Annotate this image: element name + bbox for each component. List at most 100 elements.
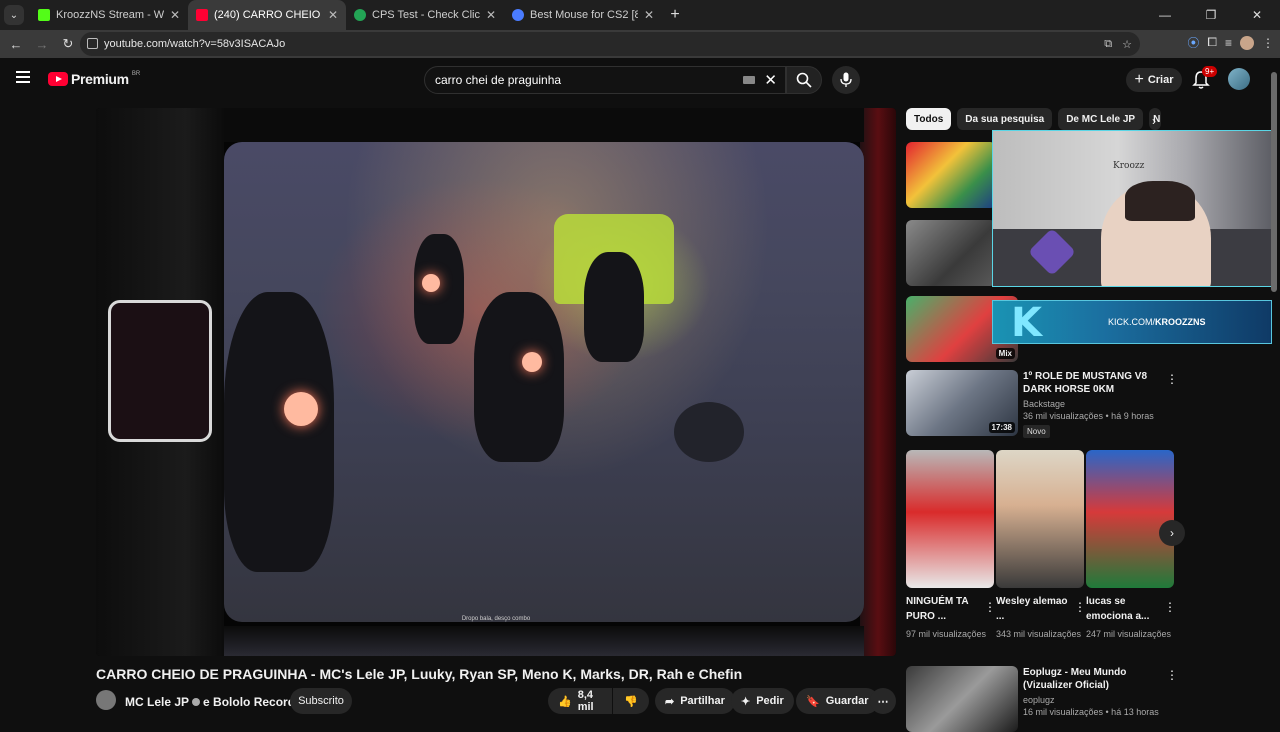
duration-label: 17:38 (988, 422, 1015, 433)
chip-from-channel[interactable]: De MC Lele JP (1058, 108, 1144, 130)
share-button[interactable]: ➦ Partilhar (655, 688, 735, 714)
account-avatar[interactable] (1228, 68, 1250, 90)
gear-favicon-icon (512, 9, 524, 21)
close-window-icon[interactable]: ✕ (1234, 0, 1280, 30)
rec-thumbnail[interactable] (906, 666, 1018, 732)
short-title[interactable]: lucas se emociona a... (1086, 594, 1162, 624)
short-title[interactable]: Wesley alemao ... (996, 594, 1072, 624)
rec-channel[interactable]: Backstage (1023, 399, 1163, 409)
rec-channel[interactable]: eoplugz (1023, 695, 1163, 705)
film-sprocket-hole (108, 300, 212, 442)
tab-youtube-video[interactable]: (240) CARRO CHEIO DE PRAGU ✕ (188, 0, 346, 30)
restore-icon[interactable]: ❐ (1188, 0, 1234, 30)
short-thumbnail[interactable] (996, 450, 1084, 588)
window-controls: — ❐ ✕ (1142, 0, 1280, 30)
short-item[interactable]: lucas se emociona a... 247 mil visualiza… (1086, 450, 1176, 641)
keyboard-icon[interactable] (743, 76, 755, 84)
more-vert-icon[interactable]: ⋮ (1166, 372, 1178, 386)
channel-avatar[interactable] (96, 690, 116, 710)
shorts-next-button[interactable]: › (1159, 520, 1185, 546)
tab-search-button[interactable]: ⌄ (4, 5, 24, 25)
search-icon (796, 72, 812, 88)
search-query: carro chei de praguinha (435, 73, 562, 87)
new-badge: Novo (1023, 425, 1050, 438)
tab-title: CPS Test - Check Clicks per Sec (372, 9, 480, 21)
channel-collab[interactable]: e Bololo Records (203, 695, 302, 709)
tab-best-mouse[interactable]: Best Mouse for CS2 [870 Pro Pl ✕ (504, 0, 662, 30)
minimize-icon[interactable]: — (1142, 0, 1188, 30)
save-button[interactable]: 🔖 Guardar (796, 688, 879, 714)
close-tab-icon[interactable]: ✕ (328, 8, 338, 22)
rec-thumbnail[interactable] (906, 220, 996, 286)
voice-search-button[interactable] (832, 66, 860, 94)
youtube-premium-logo[interactable]: Premium BR (48, 71, 140, 87)
short-thumbnail[interactable] (1086, 450, 1174, 588)
bookmark-star-icon[interactable]: ☆ (1122, 38, 1132, 51)
headlight (522, 352, 542, 372)
rec-title[interactable]: Eoplugz - Meu Mundo (Vizualizer Oficial) (1023, 666, 1163, 692)
short-item[interactable]: Wesley alemao ... 343 mil visualizações … (996, 450, 1086, 641)
search-input[interactable]: carro chei de praguinha ✕ (424, 66, 786, 94)
plus-icon: + (1134, 71, 1144, 88)
new-tab-button[interactable]: + (662, 6, 688, 24)
like-button[interactable]: 👍 8,4 mil (548, 688, 612, 714)
headlight (422, 274, 440, 292)
reload-icon[interactable]: ↻ (56, 32, 80, 56)
kick-url-name: KROOZZNS (1155, 317, 1206, 327)
close-tab-icon[interactable]: ✕ (170, 8, 180, 22)
channel-name-block[interactable]: MC Lele JP e Bololo Records (125, 695, 302, 709)
motorbike-center (474, 292, 564, 462)
site-info-icon[interactable] (87, 38, 98, 49)
video-player[interactable]: Dropo bala, desço combo (96, 108, 896, 656)
clear-search-icon[interactable]: ✕ (764, 71, 777, 89)
search-button[interactable] (786, 66, 822, 94)
scrollbar-thumb[interactable] (1271, 72, 1277, 292)
chevron-right-icon[interactable]: › (1152, 114, 1156, 128)
chip-all[interactable]: Todos (906, 108, 952, 130)
close-tab-icon[interactable]: ✕ (644, 8, 654, 22)
media-controls-icon[interactable]: ≡ (1225, 36, 1232, 50)
notifications-button[interactable]: 9+ (1192, 66, 1218, 90)
browser-menu-icon[interactable]: ⋮ (1262, 36, 1274, 50)
filter-chips: Todos Da sua pesquisa De MC Lele JP N (906, 108, 1162, 130)
create-button[interactable]: + Criar (1126, 68, 1182, 92)
puzzle-extensions-icon[interactable]: ⧠ (1207, 35, 1217, 50)
rec-thumbnail[interactable]: 17:38 (906, 370, 1018, 436)
close-tab-icon[interactable]: ✕ (486, 8, 496, 22)
short-views: 343 mil visualizações (996, 629, 1082, 639)
short-item[interactable]: NINGUÉM TA PURO ... 97 mil visualizações… (906, 450, 996, 641)
browser-tab-bar: ⌄ KroozzNS Stream - Watch Live ✕ (240) C… (0, 0, 1280, 30)
address-bar[interactable]: youtube.com/watch?v=58v3ISACAJo ⧉ ☆ (80, 32, 1140, 56)
film-frame-top (224, 108, 864, 142)
chip-from-search[interactable]: Da sua pesquisa (957, 108, 1053, 130)
back-arrow-icon[interactable]: ← (4, 32, 28, 56)
mirror-shadow (674, 402, 744, 462)
subscribe-button[interactable]: Subscrito (290, 688, 352, 714)
like-count: 8,4 mil (577, 689, 594, 713)
more-vert-icon[interactable]: ⋮ (1166, 668, 1178, 682)
rec-title[interactable]: 1º ROLE DE MUSTANG V8 DARK HORSE 0KM (1023, 370, 1163, 396)
film-frame-right (860, 108, 896, 656)
ask-button[interactable]: ✦ Pedir (731, 688, 794, 714)
tab-kick-stream[interactable]: KroozzNS Stream - Watch Live ✕ (30, 0, 188, 30)
mix-label: Mix (995, 348, 1015, 359)
short-title[interactable]: NINGUÉM TA PURO ... (906, 594, 982, 624)
streamer-hair (1125, 181, 1195, 221)
hamburger-menu-icon[interactable] (16, 71, 30, 83)
channel-name[interactable]: MC Lele JP (125, 695, 189, 709)
dislike-button[interactable]: 👎 (613, 688, 649, 714)
more-vert-icon[interactable]: ⋮ (1074, 600, 1086, 614)
page-scrollbar[interactable] (1271, 62, 1277, 720)
more-vert-icon[interactable]: ⋮ (984, 600, 996, 614)
forward-arrow-icon[interactable]: → (30, 32, 54, 56)
install-app-icon[interactable]: ⧉ (1104, 38, 1112, 51)
short-thumbnail[interactable] (906, 450, 994, 588)
kick-logo-icon: K (1011, 300, 1042, 346)
rec-thumbnail[interactable] (906, 142, 996, 208)
profile-avatar[interactable] (1240, 35, 1254, 50)
tab-cps-test[interactable]: CPS Test - Check Clicks per Sec ✕ (346, 0, 504, 30)
tab-title: KroozzNS Stream - Watch Live (56, 9, 164, 21)
extension-icon[interactable]: ⦿ (1187, 34, 1199, 51)
more-vert-icon[interactable]: ⋮ (1164, 600, 1176, 614)
more-actions-button[interactable]: ⋯ (870, 688, 896, 714)
